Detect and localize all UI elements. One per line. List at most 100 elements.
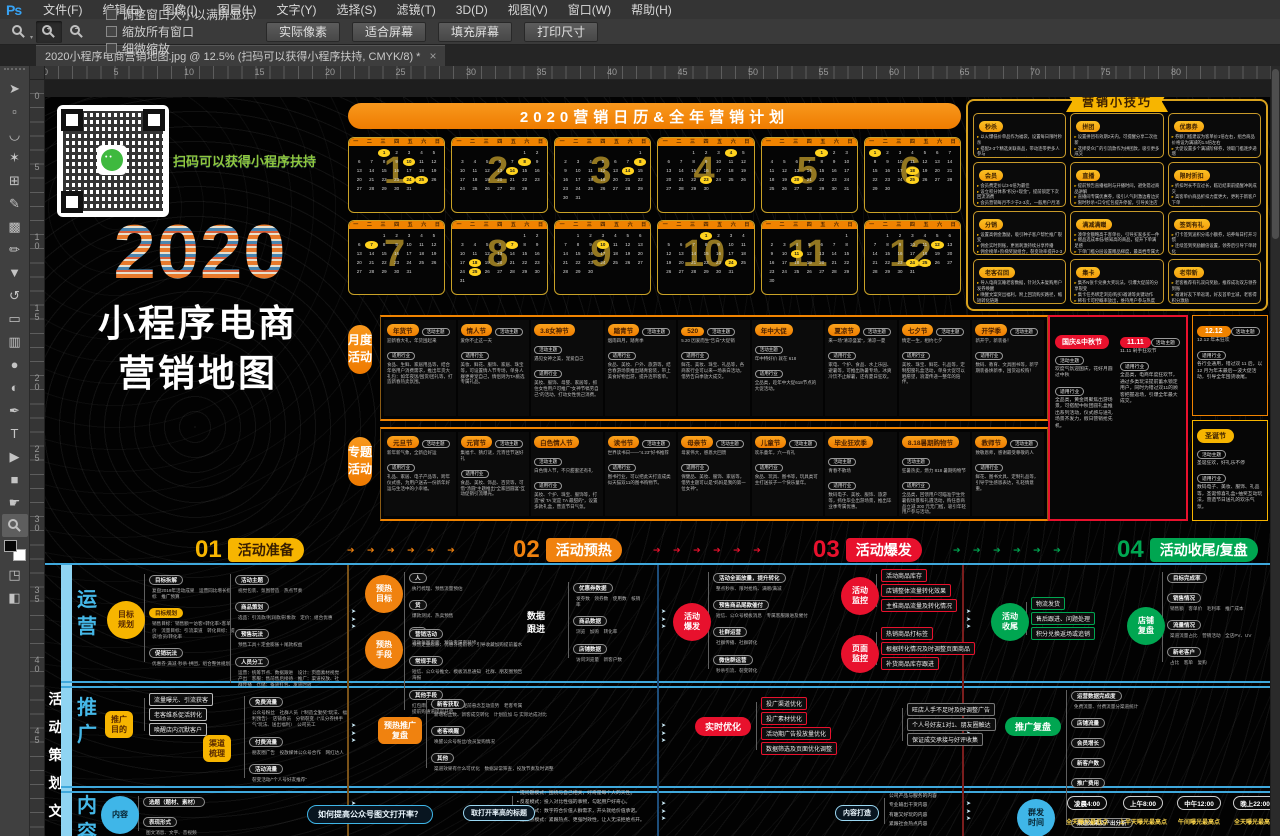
- theme-text: 11.11 剁手狂欢节: [1120, 349, 1181, 355]
- zoom-out-button[interactable]: −: [64, 21, 90, 43]
- hand-tool[interactable]: ☛: [2, 491, 28, 514]
- scrollbar-thumb[interactable]: [1272, 69, 1279, 239]
- menu-item[interactable]: 帮助(H): [621, 1, 682, 18]
- weekday-label: 三: [380, 221, 385, 229]
- calendar-day: 18: [791, 259, 803, 267]
- flow-item-lines: 访问浏览量 新客户数: [576, 657, 643, 663]
- blur-tool[interactable]: ●: [2, 353, 28, 376]
- calendar-day: 26: [737, 176, 749, 184]
- flow-item-label: 常规手段: [409, 656, 443, 666]
- tip-line: 导入电商沉睡老客数据，针对久未复购用户发券唤醒: [977, 280, 1062, 292]
- option-button[interactable]: 实际像素: [266, 22, 340, 42]
- flow-item-lines: 裂变活动/“个人号好友推荐”: [252, 777, 347, 783]
- brush-tool[interactable]: ✏: [2, 238, 28, 261]
- quick-mask-icon[interactable]: ◳: [2, 563, 28, 586]
- path-selection-tool[interactable]: ▶: [2, 445, 28, 468]
- calendar-day: 15: [518, 250, 530, 258]
- flow-item: 促销玩法优惠券·满减·秒杀·拼团，组合整体规划: [149, 642, 235, 667]
- pen-tool[interactable]: ✒: [2, 399, 28, 422]
- holiday-title: 元宵节: [461, 436, 493, 448]
- holiday-card: 年货节活动主题迎新春大礼，年货囤起来适用行业食品、生鲜、家居用品等，结合年俗用户…: [384, 320, 456, 416]
- calendar-day: 15: [869, 167, 881, 175]
- marquee-tool[interactable]: ▫: [2, 100, 28, 123]
- menu-item[interactable]: 文字(Y): [266, 1, 326, 18]
- calendar-day: 7: [506, 241, 518, 249]
- calendar-day: 3: [403, 232, 415, 240]
- weekday-label: 日: [744, 221, 749, 229]
- menu-item[interactable]: 选择(S): [326, 1, 386, 18]
- industry-text: 食品、美妆、户外、旅游等，结合春游场景推出踏青套装，带上美食好物出游，提升连带客…: [605, 362, 677, 380]
- move-tool[interactable]: ➤: [2, 77, 28, 100]
- zoom-tool-preset[interactable]: ▾: [4, 21, 34, 43]
- option-checkbox[interactable]: 调整窗口大小以满屏显示: [106, 6, 254, 23]
- option-checkbox[interactable]: 细微缩放: [106, 40, 254, 57]
- calendar-day: 16: [700, 167, 712, 175]
- option-button[interactable]: 适合屏幕: [352, 22, 426, 42]
- zoom-in-button[interactable]: +: [36, 21, 62, 43]
- timeline-caption: 上半天曝光最高点: [1119, 817, 1167, 826]
- calendar-day: 7: [675, 158, 687, 166]
- weekday-label: 一: [560, 221, 565, 229]
- document-canvas[interactable]: 扫码可以获得小程序扶持 2020 小程序电商 营销地图 2020营销日历&全年营…: [45, 97, 1270, 836]
- lasso-tool[interactable]: ◡: [2, 123, 28, 146]
- calendar-day: 31: [456, 277, 468, 285]
- zoom-tool[interactable]: [2, 514, 28, 537]
- calendar-day: 11: [906, 158, 918, 166]
- weekday-label: 二: [470, 221, 475, 229]
- weekday-label: 五: [820, 138, 825, 146]
- option-button[interactable]: 打印尺寸: [524, 22, 598, 42]
- tip-line: 唤醒文案突出福利，附上回流购买路径，缩短转化链路: [977, 292, 1062, 304]
- eraser-tool[interactable]: ▭: [2, 307, 28, 330]
- calendar-day: 29: [869, 185, 881, 193]
- calendar-days: 1234567891011121314151617181920212223242…: [658, 146, 753, 193]
- option-checkbox[interactable]: 缩放所有窗口: [106, 23, 254, 40]
- holiday-title: 520: [681, 327, 704, 336]
- type-tool[interactable]: T: [2, 422, 28, 445]
- calendar-day: 6: [353, 241, 365, 249]
- dodge-tool[interactable]: ◐: [2, 376, 28, 399]
- calendar-weekday-header: 一二三四五六日: [349, 221, 444, 229]
- magic-wand-tool[interactable]: ✶: [2, 146, 28, 169]
- flow-item: 营销活动预售定金膨胀、优惠券提前领，引导收藏加购提前蓄水: [409, 623, 525, 648]
- calendar-day: 24: [906, 259, 918, 267]
- screen-mode-icon[interactable]: ◧: [2, 586, 28, 609]
- calendar-month: 一二三四五六日212345678910111213141516171819202…: [451, 137, 548, 213]
- tip-card: 老带新老客推荐有礼双向奖励，推荐成功双方领券到账邀请好友下单返现，好友首单立减，…: [1168, 259, 1261, 304]
- menu-item[interactable]: 3D(D): [446, 3, 498, 17]
- healing-brush-tool[interactable]: ▩: [2, 215, 28, 238]
- calendar-day: 5: [737, 149, 749, 157]
- calendar-day: 1: [687, 149, 699, 157]
- ruler-number: 65: [960, 67, 970, 77]
- foreground-color-swatch[interactable]: [4, 540, 17, 552]
- menu-item[interactable]: 窗口(W): [558, 1, 621, 18]
- calendar-days: 1234567891011121314151617181920212223242…: [865, 146, 960, 193]
- industry-text: 全品类，趁年中大促618节点的大促活动。: [752, 380, 824, 392]
- calendar-weekday-header: 一二三四五六日: [658, 138, 753, 146]
- menu-item[interactable]: 滤镜(T): [386, 1, 445, 18]
- ruler-number: 1 0: [32, 233, 42, 252]
- flow-item: 社群运营社群传播、社群转化: [713, 621, 833, 646]
- menu-item[interactable]: 视图(V): [498, 1, 558, 18]
- shape-tool[interactable]: ■: [2, 468, 28, 491]
- eyedropper-tool[interactable]: ✎: [2, 192, 28, 215]
- gradient-tool[interactable]: ▥: [2, 330, 28, 353]
- calendar-day: 25: [906, 176, 918, 184]
- panel-grip[interactable]: [4, 68, 25, 75]
- theme-text: 5.20 因爱而生“告白”大促销: [678, 338, 750, 344]
- flow-item-label: 微信群运营: [713, 655, 753, 665]
- horizontal-ruler: 05101520253035404550556065707580: [45, 66, 1271, 80]
- crop-tool[interactable]: ⊞: [2, 169, 28, 192]
- history-brush-tool[interactable]: ↺: [2, 284, 28, 307]
- flow-node: 推广复盘: [1005, 717, 1061, 736]
- theme-text: 青春不散场: [825, 468, 897, 474]
- tab-close-icon[interactable]: ×: [429, 49, 436, 63]
- color-swatches[interactable]: [4, 540, 26, 561]
- menu-item[interactable]: 文件(F): [33, 1, 92, 18]
- option-button[interactable]: 填充屏幕: [438, 22, 512, 42]
- flow-item-lines: 运营：统筹节点、数据跟进 设计：页面素材视觉产出 客服：售前售后接待 推广：渠道…: [238, 670, 343, 689]
- weekday-label: 三: [690, 221, 695, 229]
- theme-text: 新开学，新装备！: [972, 338, 1044, 344]
- vertical-scrollbar[interactable]: [1271, 66, 1280, 836]
- timeline-slot: 中午12:00午间曝光最高点: [1175, 793, 1223, 826]
- clone-stamp-tool[interactable]: ▼: [2, 261, 28, 284]
